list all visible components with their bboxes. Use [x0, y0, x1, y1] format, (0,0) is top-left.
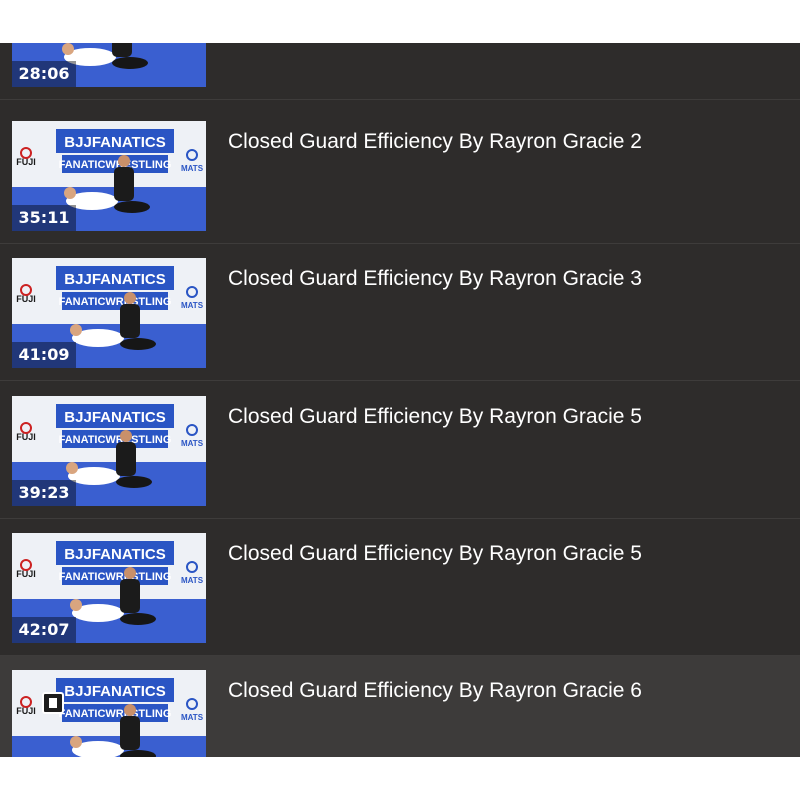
sponsor-logo-sub-text: MATS — [181, 713, 204, 722]
video-title[interactable]: Closed Guard Efficiency By Rayron Gracie… — [228, 267, 642, 291]
banner-brand-text: BJJFANATICS — [64, 546, 165, 563]
banner-brand-text: BJJFANATICS — [64, 134, 165, 151]
playlist-item-3[interactable]: BJJFANATICS FANATICWRESTLING FUJI MATS 41:09… — [0, 244, 800, 381]
playlist-item-1[interactable]: BJJFANATICSFANATICWRESTLINGFUJIMATS28:06 — [0, 43, 800, 100]
sponsor-logo-sub-text: MATS — [181, 576, 204, 585]
banner-brand-text: BJJFANATICS — [64, 409, 165, 426]
video-thumbnail[interactable]: BJJFANATICS FANATICWRESTLING FUJI MATS 35:11 — [12, 121, 206, 231]
banner-sub-text: FANATICWRESTLING — [59, 296, 172, 308]
sponsor-logo-sub-text: MATS — [181, 164, 204, 173]
video-title[interactable]: Closed Guard Efficiency By Rayron Gracie… — [228, 679, 642, 703]
video-duration-badge: 35:11 — [12, 205, 76, 231]
video-thumbnail[interactable]: BJJFANATICS FANATICWRESTLING FUJI MATS — [12, 670, 206, 757]
video-title[interactable]: Closed Guard Efficiency By Rayron Gracie… — [228, 542, 642, 566]
banner-sub-text: FANATICWRESTLING — [59, 571, 172, 583]
banner-brand-text: BJJFANATICS — [64, 683, 165, 700]
video-thumbnail[interactable]: BJJFANATICS FANATICWRESTLING FUJI MATS 42:07 — [12, 533, 206, 643]
sponsor-logo-sub-text: MATS — [181, 301, 204, 310]
playlist-item-4[interactable]: BJJFANATICS FANATICWRESTLING FUJI MATS 39:23… — [0, 382, 800, 519]
banner-sub-text: FANATICWRESTLING — [59, 434, 172, 446]
playlist-item-6-active[interactable]: BJJFANATICS FANATICWRESTLING FUJI MATS Clos… — [0, 656, 800, 757]
video-duration-badge: 42:07 — [12, 617, 76, 643]
video-title[interactable]: Closed Guard Efficiency By Rayron Gracie… — [228, 405, 642, 429]
playlist-item-5[interactable]: BJJFANATICS FANATICWRESTLING FUJI MATS 42:07… — [0, 519, 800, 656]
sponsor-logo-sub-text: MATS — [181, 439, 204, 448]
video-thumbnail[interactable]: BJJFANATICSFANATICWRESTLINGFUJIMATS28:06 — [12, 43, 206, 87]
video-duration-badge: 28:06 — [12, 61, 76, 87]
video-thumbnail[interactable]: BJJFANATICS FANATICWRESTLING FUJI MATS 39:23 — [12, 396, 206, 506]
banner-sub-text: FANATICWRESTLING — [59, 708, 172, 720]
video-thumbnail[interactable]: BJJFANATICS FANATICWRESTLING FUJI MATS 41:09 — [12, 258, 206, 368]
video-duration-badge: 39:23 — [12, 480, 76, 506]
playlist-item-2[interactable]: BJJFANATICS FANATICWRESTLING FUJI MATS 35:11… — [0, 107, 800, 244]
banner-brand-text: BJJFANATICS — [64, 271, 165, 288]
playlist-panel: BJJFANATICSFANATICWRESTLINGFUJIMATS28:06… — [0, 43, 800, 757]
thumbnail-scene: BJJFANATICSFANATICWRESTLINGFUJIMATS — [12, 670, 206, 757]
pause-icon[interactable] — [42, 692, 64, 714]
video-duration-badge: 41:09 — [12, 342, 76, 368]
video-title[interactable]: Closed Guard Efficiency By Rayron Gracie… — [228, 130, 642, 154]
